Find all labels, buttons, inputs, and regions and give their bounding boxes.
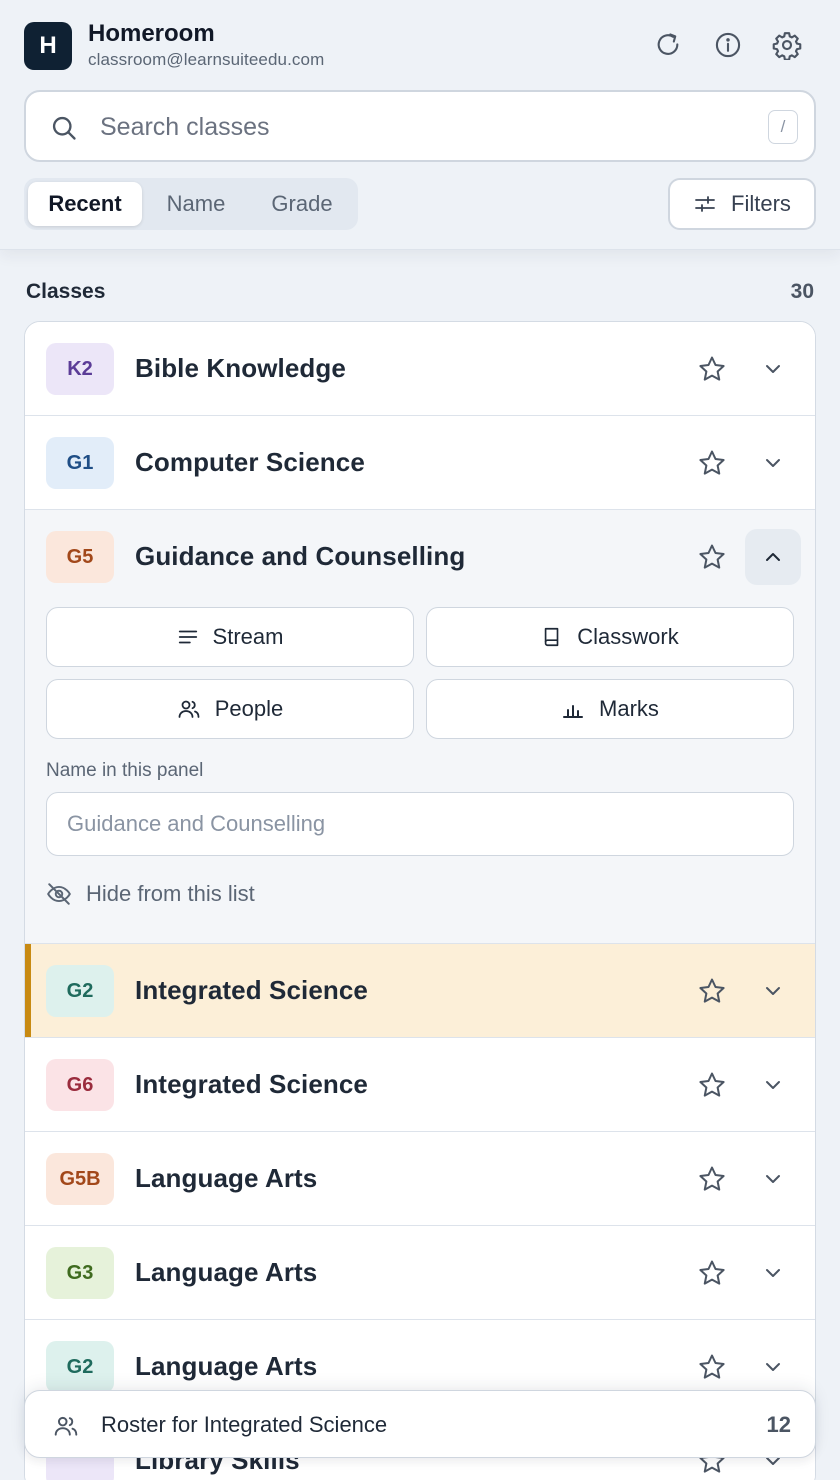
- chevron-down-icon[interactable]: [745, 341, 801, 397]
- app-title: Homeroom: [88, 20, 215, 47]
- chevron-down-icon[interactable]: [745, 435, 801, 491]
- roster-label: Roster for Integrated Science: [101, 1412, 388, 1437]
- section-title: Classes: [26, 280, 106, 303]
- class-row[interactable]: G5 Guidance and Counselling: [25, 510, 815, 604]
- account-email: classroom@learnsuiteedu.com: [88, 50, 325, 69]
- people-label: People: [214, 696, 284, 721]
- search-shortcut-hint: /: [768, 110, 798, 144]
- sort-tabs: Recent Name Grade: [24, 178, 358, 230]
- class-row[interactable]: G3 Language Arts: [25, 1226, 815, 1320]
- grade-badge: G5B: [46, 1153, 114, 1205]
- tab-recent[interactable]: Recent: [28, 182, 142, 226]
- name-field: [46, 792, 794, 856]
- hide-from-list-button[interactable]: Hide from this list: [46, 874, 255, 914]
- grade-badge: G6: [46, 1059, 114, 1111]
- marks-button[interactable]: Marks: [426, 679, 794, 739]
- class-row[interactable]: G5B Language Arts: [25, 1132, 815, 1226]
- chevron-down-icon[interactable]: [745, 1151, 801, 1207]
- marks-label: Marks: [599, 696, 659, 721]
- roster-bar[interactable]: Roster for Integrated Science 12: [24, 1390, 816, 1458]
- people-button[interactable]: People: [46, 679, 414, 739]
- hide-label: Hide from this list: [86, 881, 255, 906]
- class-title: Guidance and Counselling: [135, 541, 466, 571]
- search-box: /: [24, 90, 816, 162]
- app-logo: H: [24, 22, 72, 70]
- people-icon: [177, 697, 201, 721]
- search-icon: [50, 114, 78, 142]
- class-row[interactable]: G6 Integrated Science: [25, 1038, 815, 1132]
- chevron-down-icon[interactable]: [745, 963, 801, 1019]
- star-icon[interactable]: [697, 448, 727, 478]
- classwork-button[interactable]: Classwork: [426, 607, 794, 667]
- bar-chart-icon: [561, 697, 585, 721]
- class-title: Language Arts: [135, 1257, 318, 1287]
- name-field-label: Name in this panel: [46, 760, 204, 781]
- stream-label: Stream: [212, 624, 284, 649]
- class-title: Language Arts: [135, 1351, 318, 1381]
- star-icon[interactable]: [697, 1258, 727, 1288]
- class-row[interactable]: K2 Bible Knowledge: [25, 322, 815, 416]
- class-title: Language Arts: [135, 1163, 318, 1193]
- class-title: Integrated Science: [135, 1069, 368, 1099]
- expanded-class-panel: G5 Guidance and Counselling Stream Class…: [25, 510, 815, 944]
- grade-badge: G2: [46, 1341, 114, 1393]
- filters-label: Filters: [731, 191, 791, 216]
- roster-count: 12: [766, 1412, 791, 1437]
- sliders-icon: [693, 192, 717, 216]
- star-icon[interactable]: [697, 1164, 727, 1194]
- grade-badge: G2: [46, 965, 114, 1017]
- star-icon[interactable]: [697, 976, 727, 1006]
- search-input[interactable]: [100, 108, 700, 146]
- chevron-down-icon[interactable]: [745, 1339, 801, 1395]
- class-title: Computer Science: [135, 447, 365, 477]
- grade-badge: K2: [46, 343, 114, 395]
- class-row[interactable]: G1 Computer Science: [25, 416, 815, 510]
- star-icon[interactable]: [697, 1352, 727, 1382]
- refresh-icon[interactable]: [653, 30, 683, 60]
- settings-icon[interactable]: [772, 30, 802, 60]
- stream-button[interactable]: Stream: [46, 607, 414, 667]
- class-title: Integrated Science: [135, 975, 368, 1005]
- info-icon[interactable]: [713, 30, 743, 60]
- people-icon: [53, 1413, 79, 1439]
- grade-badge: G3: [46, 1247, 114, 1299]
- chevron-up-icon[interactable]: [745, 529, 801, 585]
- grade-badge: G5: [46, 531, 114, 583]
- panel-name-input[interactable]: [67, 807, 767, 841]
- chevron-down-icon[interactable]: [745, 1057, 801, 1113]
- class-list: K2 Bible Knowledge G1 Computer Science G…: [24, 321, 816, 1480]
- book-icon: [541, 626, 563, 648]
- class-row[interactable]: G2 Integrated Science: [25, 944, 815, 1038]
- chevron-down-icon[interactable]: [745, 1245, 801, 1301]
- star-icon[interactable]: [697, 1070, 727, 1100]
- classwork-label: Classwork: [577, 624, 679, 649]
- eye-off-icon: [46, 881, 72, 907]
- section-count: 30: [790, 280, 814, 303]
- star-icon[interactable]: [697, 354, 727, 384]
- app-header: H Homeroom classroom@learnsuiteedu.com /…: [0, 0, 840, 250]
- class-title: Bible Knowledge: [135, 353, 346, 383]
- selected-accent-bar: [25, 944, 31, 1037]
- stream-icon: [177, 626, 199, 648]
- tab-grade[interactable]: Grade: [250, 182, 354, 226]
- star-icon[interactable]: [697, 542, 727, 572]
- tab-name[interactable]: Name: [142, 182, 250, 226]
- grade-badge: G1: [46, 437, 114, 489]
- filters-button[interactable]: Filters: [668, 178, 816, 230]
